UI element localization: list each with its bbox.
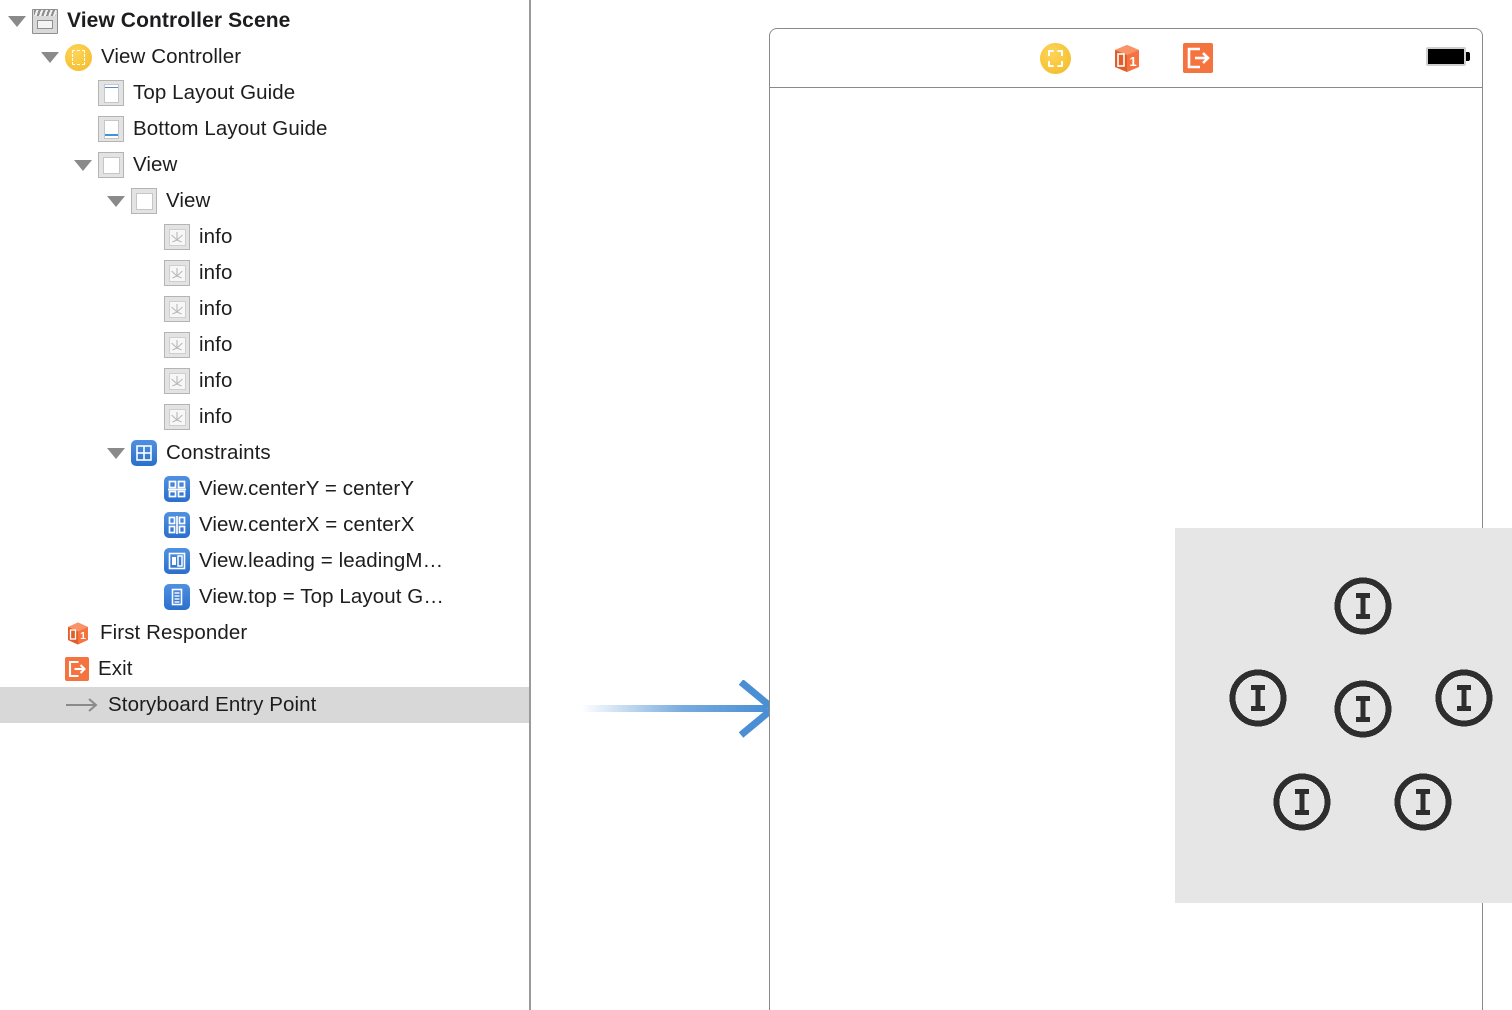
svg-text:1: 1 — [1129, 54, 1136, 69]
outline-row-label: info — [199, 261, 233, 284]
constraint-centery-icon — [164, 476, 190, 502]
svg-text:1: 1 — [80, 630, 86, 642]
clapperboard-scene-icon — [32, 8, 58, 34]
outline-row-label: Exit — [98, 657, 133, 680]
info-button[interactable] — [1227, 667, 1289, 729]
constraint-centerx-icon — [164, 512, 190, 538]
battery-nub — [1466, 52, 1470, 61]
info-button[interactable] — [1332, 575, 1394, 637]
outline-row[interactable]: View — [0, 183, 529, 219]
outline-row-label: View Controller Scene — [67, 9, 291, 32]
info-button[interactable] — [1392, 771, 1454, 833]
disclosure-triangle-expanded-icon[interactable] — [107, 447, 125, 459]
outline-row-label: View.centerX = centerX — [199, 513, 415, 536]
outline-row[interactable]: View Controller — [0, 39, 529, 75]
outline-row[interactable]: Exit — [0, 651, 529, 687]
outline-row-label: Top Layout Guide — [133, 81, 296, 104]
outline-row-label: View — [133, 153, 178, 176]
info-button-icon — [164, 260, 190, 286]
exit-icon — [65, 657, 89, 681]
outline-row[interactable]: View.centerX = centerX — [0, 507, 529, 543]
inner-view-container[interactable] — [1175, 528, 1512, 903]
outline-row-label: Bottom Layout Guide — [133, 117, 328, 140]
constraints-folder-icon — [131, 440, 157, 466]
outline-row-label: info — [199, 333, 233, 356]
info-button[interactable] — [1433, 667, 1495, 729]
entry-point-arrow-icon — [65, 695, 99, 715]
view-icon — [131, 188, 157, 214]
view-icon — [98, 152, 124, 178]
info-button[interactable] — [1271, 771, 1333, 833]
outline-row[interactable]: info — [0, 219, 529, 255]
outline-row[interactable]: View.top = Top Layout G… — [0, 579, 529, 615]
outline-row-label: info — [199, 369, 233, 392]
outline-row[interactable]: info — [0, 255, 529, 291]
info-button-icon — [164, 404, 190, 430]
outline-row-label: info — [199, 225, 233, 248]
outline-row-label: Constraints — [166, 441, 271, 464]
outline-row[interactable]: View Controller Scene — [0, 3, 529, 39]
outline-row[interactable]: info — [0, 291, 529, 327]
view-controller-icon-inner — [1047, 49, 1063, 67]
outline-row-label: View — [166, 189, 211, 212]
info-button-icon — [164, 332, 190, 358]
document-outline-panel: View Controller Scene View Controller Top … — [0, 0, 529, 1010]
outline-row[interactable]: 1 First Responder — [0, 615, 529, 651]
storyboard-entry-point-arrow — [581, 680, 779, 738]
outline-row-label: View.centerY = centerY — [199, 477, 415, 500]
scene-dock-toolbar[interactable]: 1 — [770, 29, 1482, 88]
outline-row[interactable]: View.centerY = centerY — [0, 471, 529, 507]
xcode-storyboard-window: View Controller Scene View Controller Top … — [0, 0, 1512, 1010]
info-button-icon — [164, 224, 190, 250]
disclosure-triangle-expanded-icon[interactable] — [74, 159, 92, 171]
outline-row-label: View Controller — [101, 45, 242, 68]
top-layout-guide-icon — [98, 80, 124, 106]
constraint-top-icon — [164, 584, 190, 610]
view-controller-icon — [65, 43, 92, 71]
first-responder-icon[interactable]: 1 — [1111, 42, 1143, 74]
info-button-icon — [164, 368, 190, 394]
outline-row[interactable]: Bottom Layout Guide — [0, 111, 529, 147]
outline-row[interactable]: Top Layout Guide — [0, 75, 529, 111]
outline-row[interactable]: info — [0, 363, 529, 399]
battery-shell — [1426, 47, 1466, 66]
info-button-icon — [164, 296, 190, 322]
outline-row[interactable]: View — [0, 147, 529, 183]
disclosure-triangle-expanded-icon[interactable] — [107, 195, 125, 207]
exit-icon[interactable] — [1182, 43, 1213, 73]
outline-row-label: info — [199, 297, 233, 320]
outline-row-label: info — [199, 405, 233, 428]
outline-row[interactable]: View.leading = leadingM… — [0, 543, 529, 579]
outline-row[interactable]: info — [0, 327, 529, 363]
view-controller-scene-device: 1 — [769, 28, 1512, 1010]
first-responder-icon: 1 — [65, 620, 91, 646]
outline-row[interactable]: info — [0, 399, 529, 435]
disclosure-triangle-expanded-icon[interactable] — [41, 51, 59, 63]
outline-row-label: View.leading = leadingM… — [199, 549, 444, 572]
outline-row-label: View.top = Top Layout G… — [199, 585, 444, 608]
disclosure-triangle-expanded-icon[interactable] — [8, 15, 26, 27]
view-controller-icon[interactable] — [1039, 42, 1071, 74]
outline-row-label: Storyboard Entry Point — [108, 693, 317, 716]
storyboard-canvas[interactable]: 1 — [531, 0, 1512, 1010]
bottom-layout-guide-icon — [98, 116, 124, 142]
battery-full-icon — [1426, 47, 1470, 66]
constraint-leading-icon — [164, 548, 190, 574]
outline-row-label: First Responder — [100, 621, 248, 644]
outline-row[interactable]: Storyboard Entry Point — [0, 687, 529, 723]
outline-row[interactable]: Constraints — [0, 435, 529, 471]
info-button[interactable] — [1332, 678, 1394, 740]
